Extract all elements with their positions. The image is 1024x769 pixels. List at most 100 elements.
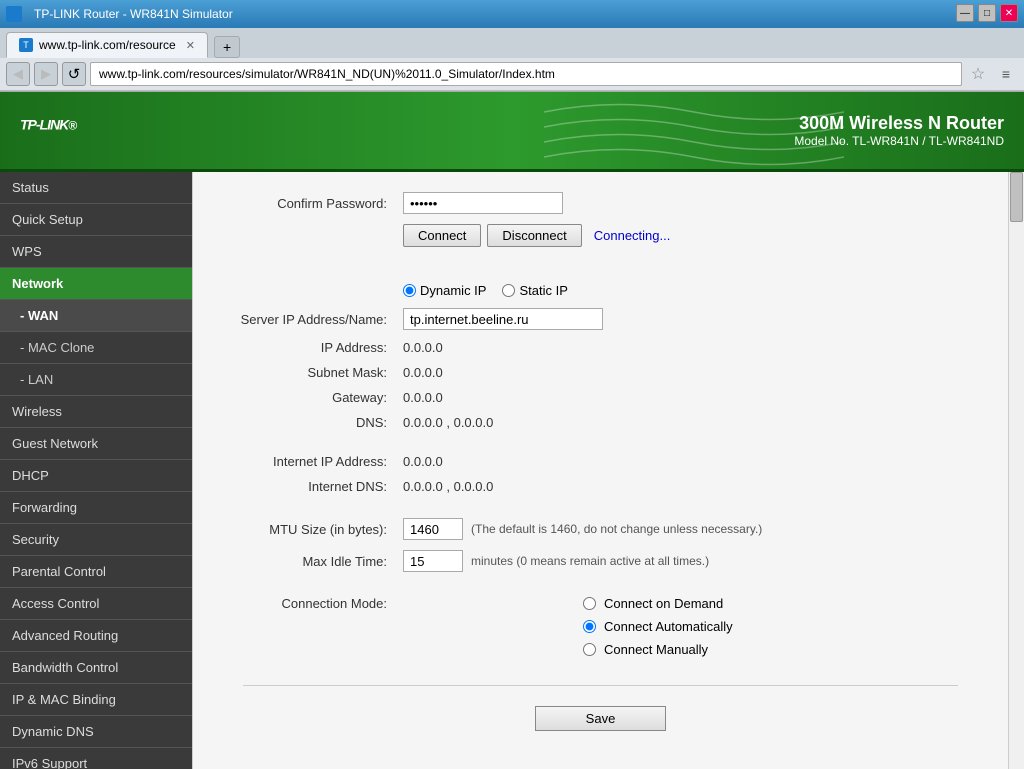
back-button[interactable]: ◀ <box>6 62 30 86</box>
back-icon: ◀ <box>13 66 23 82</box>
gateway-value: 0.0.0.0 <box>403 390 443 405</box>
max-idle-row: Max Idle Time: minutes (0 means remain a… <box>223 550 978 572</box>
internet-dns-row: Internet DNS: 0.0.0.0 , 0.0.0.0 <box>223 479 978 494</box>
confirm-password-input[interactable] <box>403 192 563 214</box>
spacer4 <box>223 582 978 596</box>
spacer1 <box>223 257 978 267</box>
minimize-button[interactable]: — <box>956 4 974 22</box>
content-area: Confirm Password: Connect Disconnect Con… <box>192 172 1024 769</box>
browser-icon <box>6 6 22 22</box>
connect-manually-radio[interactable] <box>583 643 596 656</box>
server-ip-input[interactable] <box>403 308 603 330</box>
mtu-label: MTU Size (in bytes): <box>223 522 403 537</box>
reload-button[interactable]: ↺ <box>62 62 86 86</box>
address-bar[interactable] <box>90 62 962 86</box>
static-ip-radio[interactable] <box>502 284 515 297</box>
new-tab-icon: + <box>223 39 231 55</box>
router-header: TP-LINK® 300M Wireless N Router Model No… <box>0 92 1024 172</box>
max-idle-input[interactable] <box>403 550 463 572</box>
spacer2 <box>223 440 978 454</box>
menu-icon: ≡ <box>1002 66 1010 82</box>
subnet-mask-row: Subnet Mask: 0.0.0.0 <box>223 365 978 380</box>
connection-mode-options: Connect on Demand Connect Automatically … <box>583 596 733 665</box>
ip-type-radio-row: Dynamic IP Static IP <box>403 283 978 298</box>
dynamic-ip-option[interactable]: Dynamic IP <box>403 283 486 298</box>
connect-manually-label: Connect Manually <box>604 642 708 657</box>
scrollbar-thumb[interactable] <box>1010 172 1023 222</box>
sidebar-item-guest-network[interactable]: Guest Network <box>0 428 192 460</box>
static-ip-option[interactable]: Static IP <box>502 283 567 298</box>
connect-on-demand-option[interactable]: Connect on Demand <box>583 596 733 611</box>
tp-link-logo: TP-LINK® <box>20 112 76 149</box>
connection-mode-row: Connection Mode: Connect on Demand Conne… <box>223 596 978 665</box>
wan-form: Confirm Password: Connect Disconnect Con… <box>193 172 1008 769</box>
sidebar-item-advanced-routing[interactable]: Advanced Routing <box>0 620 192 652</box>
connect-manually-option[interactable]: Connect Manually <box>583 642 733 657</box>
bookmark-button[interactable]: ☆ <box>966 62 990 86</box>
logo-text: TP-LINK <box>20 116 68 132</box>
sidebar-item-dhcp[interactable]: DHCP <box>0 460 192 492</box>
active-tab[interactable]: T www.tp-link.com/resource ✕ <box>6 32 208 58</box>
browser-menu-button[interactable]: ≡ <box>994 62 1018 86</box>
sidebar-item-parental-control[interactable]: Parental Control <box>0 556 192 588</box>
sidebar-item-lan[interactable]: - LAN <box>0 364 192 396</box>
forward-button[interactable]: ▶ <box>34 62 58 86</box>
ip-address-row: IP Address: 0.0.0.0 <box>223 340 978 355</box>
save-row: Save <box>223 706 978 731</box>
gateway-row: Gateway: 0.0.0.0 <box>223 390 978 405</box>
scrollbar-track[interactable] <box>1008 172 1024 769</box>
close-button[interactable]: ✕ <box>1000 4 1018 22</box>
header-decoration <box>544 92 844 172</box>
save-button[interactable]: Save <box>535 706 667 731</box>
star-icon: ☆ <box>971 64 985 84</box>
internet-dns-label: Internet DNS: <box>223 479 403 494</box>
sidebar-item-ipv6-support[interactable]: IPv6 Support <box>0 748 192 769</box>
close-icon: ✕ <box>1005 8 1013 19</box>
sidebar-item-wan[interactable]: - WAN <box>0 300 192 332</box>
confirm-password-label: Confirm Password: <box>223 196 403 211</box>
sidebar-item-status[interactable]: Status <box>0 172 192 204</box>
max-idle-label: Max Idle Time: <box>223 554 403 569</box>
forward-icon: ▶ <box>41 66 51 82</box>
sidebar-item-forwarding[interactable]: Forwarding <box>0 492 192 524</box>
static-ip-label: Static IP <box>519 283 567 298</box>
mtu-row: MTU Size (in bytes): (The default is 146… <box>223 518 978 540</box>
mtu-input[interactable] <box>403 518 463 540</box>
internet-ip-row: Internet IP Address: 0.0.0.0 <box>223 454 978 469</box>
mtu-hint: (The default is 1460, do not change unle… <box>471 522 762 536</box>
connect-automatically-option[interactable]: Connect Automatically <box>583 619 733 634</box>
sidebar-item-dynamic-dns[interactable]: Dynamic DNS <box>0 716 192 748</box>
connecting-status: Connecting... <box>594 228 671 243</box>
sidebar-item-wps[interactable]: WPS <box>0 236 192 268</box>
connect-button[interactable]: Connect <box>403 224 481 247</box>
sidebar-item-access-control[interactable]: Access Control <box>0 588 192 620</box>
sidebar-item-security[interactable]: Security <box>0 524 192 556</box>
sidebar-item-quick-setup[interactable]: Quick Setup <box>0 204 192 236</box>
sidebar-item-mac-clone[interactable]: - MAC Clone <box>0 332 192 364</box>
connect-automatically-radio[interactable] <box>583 620 596 633</box>
spacer3 <box>223 504 978 518</box>
browser-title: TP-LINK Router - WR841N Simulator <box>34 7 233 21</box>
internet-ip-value: 0.0.0.0 <box>403 454 443 469</box>
tab-close-button[interactable]: ✕ <box>186 39 195 52</box>
window-controls: — □ ✕ <box>956 4 1018 22</box>
disconnect-button[interactable]: Disconnect <box>487 224 581 247</box>
server-ip-row: Server IP Address/Name: <box>223 308 978 330</box>
dns-value: 0.0.0.0 , 0.0.0.0 <box>403 415 493 430</box>
dns-row: DNS: 0.0.0.0 , 0.0.0.0 <box>223 415 978 430</box>
maximize-button[interactable]: □ <box>978 4 996 22</box>
sidebar-item-wireless[interactable]: Wireless <box>0 396 192 428</box>
connect-on-demand-radio[interactable] <box>583 597 596 610</box>
sidebar-item-ip-mac-binding[interactable]: IP & MAC Binding <box>0 684 192 716</box>
ip-address-label: IP Address: <box>223 340 403 355</box>
ip-address-value: 0.0.0.0 <box>403 340 443 355</box>
gateway-label: Gateway: <box>223 390 403 405</box>
dynamic-ip-radio[interactable] <box>403 284 416 297</box>
max-idle-hint: minutes (0 means remain active at all ti… <box>471 554 709 568</box>
internet-dns-value: 0.0.0.0 , 0.0.0.0 <box>403 479 493 494</box>
connect-buttons-row: Connect Disconnect Connecting... <box>223 224 978 247</box>
minimize-icon: — <box>960 8 970 19</box>
sidebar-item-network[interactable]: Network <box>0 268 192 300</box>
sidebar-item-bandwidth-control[interactable]: Bandwidth Control <box>0 652 192 684</box>
new-tab-button[interactable]: + <box>214 36 240 58</box>
